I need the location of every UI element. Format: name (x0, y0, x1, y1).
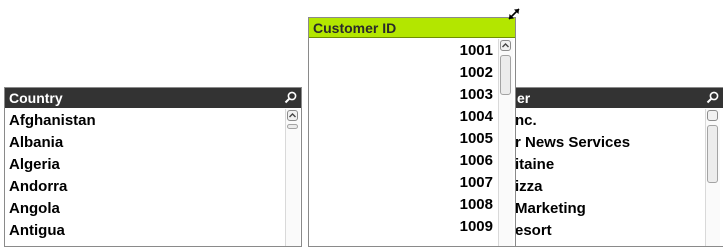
customer-id-listbox-caption[interactable]: Customer ID (309, 18, 515, 38)
list-item[interactable]: 1007 (313, 172, 493, 194)
scroll-up-button[interactable] (287, 110, 298, 121)
list-item[interactable]: itaine (515, 154, 714, 176)
list-item[interactable]: 1005 (313, 128, 493, 150)
list-item[interactable]: Algeria (9, 154, 281, 176)
scroll-up-arrow-icon (289, 113, 296, 118)
list-item[interactable]: Angola (9, 198, 281, 220)
customer-id-listbox-title: Customer ID (313, 20, 397, 36)
scroll-thumb[interactable] (500, 55, 511, 95)
list-item[interactable]: Albania (9, 132, 281, 154)
list-item[interactable]: Andorra (9, 176, 281, 198)
list-item[interactable]: Afghanistan (9, 110, 281, 132)
scroll-up-button[interactable] (707, 110, 718, 121)
customer-id-listbox[interactable]: Customer ID 1001 1002 1003 1004 1005 100… (308, 17, 516, 247)
list-item[interactable]: 1008 (313, 194, 493, 216)
customer-listbox-caption[interactable]: er (501, 88, 723, 108)
list-item[interactable]: 1006 (313, 150, 493, 172)
vertical-scrollbar[interactable] (285, 109, 300, 246)
vertical-scrollbar[interactable] (498, 39, 513, 246)
search-icon[interactable] (706, 90, 720, 104)
resize-diagonal-icon[interactable] (506, 6, 522, 22)
scroll-up-button[interactable] (500, 40, 511, 51)
list-item[interactable]: izza (515, 176, 714, 198)
list-item[interactable]: 1004 (313, 106, 493, 128)
list-item[interactable]: Marketing (515, 198, 714, 220)
list-item[interactable]: nc. (515, 110, 714, 132)
scroll-thumb[interactable] (287, 124, 298, 129)
vertical-scrollbar[interactable] (705, 109, 720, 246)
list-item[interactable]: r News Services (515, 132, 714, 154)
list-item[interactable]: 1002 (313, 62, 493, 84)
list-item[interactable]: 1003 (313, 84, 493, 106)
list-item[interactable]: 1009 (313, 216, 493, 238)
country-listbox-caption[interactable]: Country (5, 88, 301, 108)
list-item[interactable]: esort (515, 220, 714, 242)
customer-listbox[interactable]: er nc. r News Services itaine izza Marke… (500, 87, 723, 247)
scroll-thumb[interactable] (707, 125, 718, 183)
search-icon[interactable] (284, 90, 298, 104)
country-listbox[interactable]: Country Afghanistan Albania Algeria Ando… (4, 87, 302, 247)
list-item[interactable]: 1001 (313, 40, 493, 62)
list-item[interactable]: Antigua (9, 220, 281, 242)
country-listbox-title: Country (9, 90, 63, 106)
scroll-up-arrow-icon (502, 43, 509, 48)
